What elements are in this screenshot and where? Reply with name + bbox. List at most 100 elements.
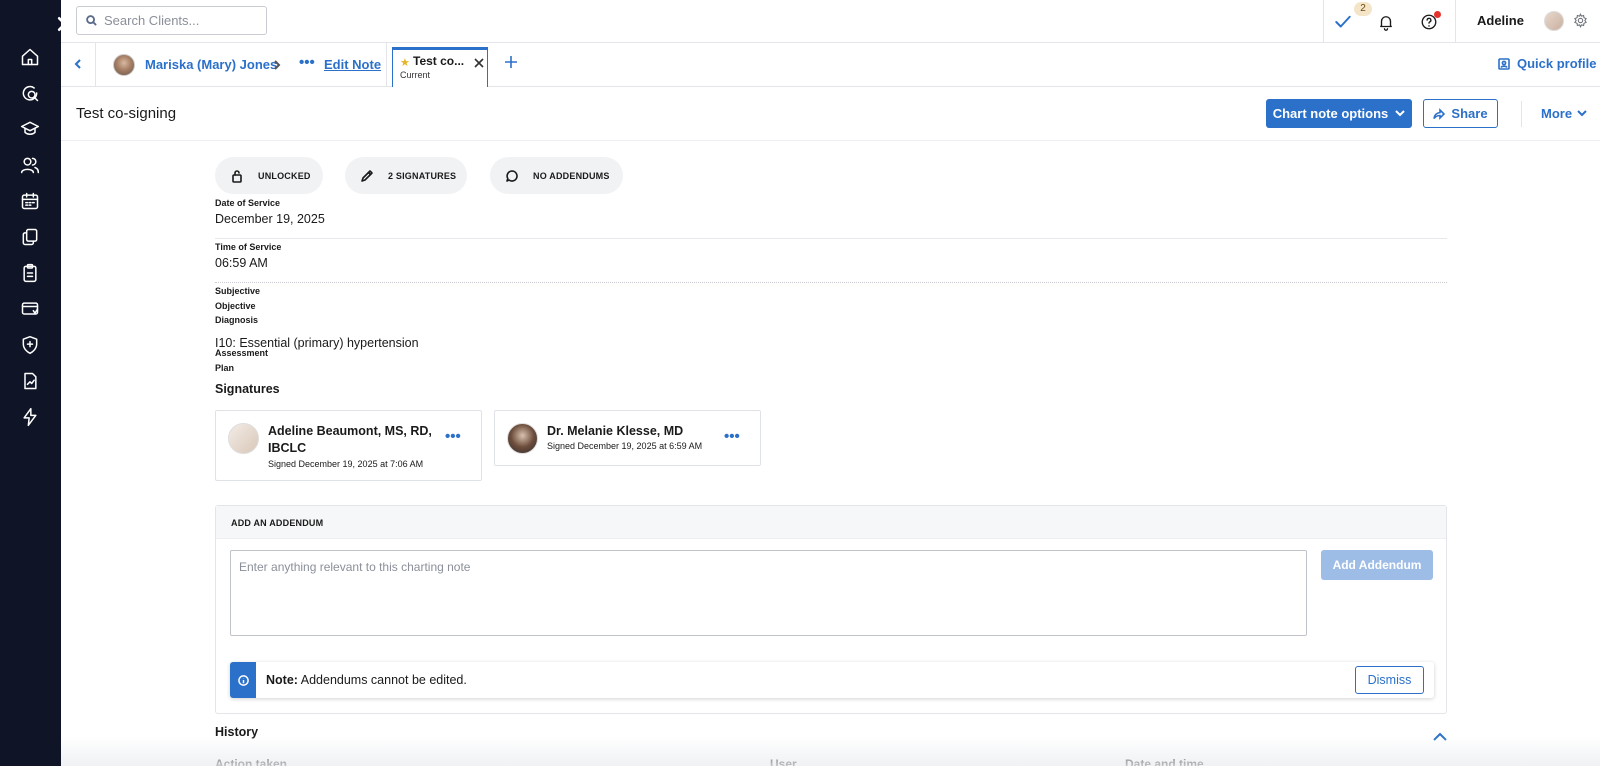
tab-separator	[95, 43, 96, 87]
add-addendum-panel: ADD AN ADDENDUM Add Addendum Note: Adden…	[215, 505, 1447, 714]
tabs-row: Mariska (Mary) Jones ••• Edit Note ★ Tes…	[61, 43, 1600, 87]
history-column-header: Action taken	[215, 757, 288, 766]
status-pill-label: 2 SIGNATURES	[388, 170, 457, 181]
breadcrumb-more-button[interactable]: •••	[299, 54, 315, 71]
page-title: Test co-signing	[76, 105, 177, 122]
signature-card: Dr. Melanie Klesse, MD Signed December 1…	[494, 410, 761, 466]
page-header: Test co-signing Chart note options Share…	[61, 87, 1600, 141]
diagnosis-label: Diagnosis	[215, 315, 259, 325]
plan-label: Plan	[215, 363, 235, 373]
calendar-icon[interactable]	[19, 190, 41, 212]
bell-icon[interactable]	[1374, 10, 1398, 34]
quick-profile-link[interactable]: Quick profile	[1498, 56, 1596, 71]
help-notification-dot	[1434, 11, 1441, 18]
history-title: History	[215, 725, 259, 739]
pencil-icon	[361, 169, 373, 182]
signature-menu-button[interactable]: •••	[445, 428, 461, 445]
tasks-check-icon[interactable]	[1331, 10, 1355, 34]
addendum-heading: ADD AN ADDENDUM	[216, 506, 1446, 539]
chart-note-options-button[interactable]: Chart note options	[1266, 99, 1412, 128]
tab-title: Test co...	[413, 54, 465, 68]
signed-date: Signed December 19, 2025 at 7:06 AM	[268, 459, 424, 469]
more-label: More	[1541, 106, 1573, 121]
client-avatar	[113, 54, 135, 76]
signer-avatar	[228, 423, 259, 454]
top-divider	[1323, 0, 1324, 43]
profile-card-icon	[1498, 57, 1510, 70]
status-pill-unlocked: UNLOCKED	[215, 157, 323, 194]
tab-test-co-signing[interactable]: ★ Test co... Current	[392, 47, 488, 87]
chevron-down-icon	[1577, 110, 1587, 117]
history-column-header: User	[770, 757, 797, 766]
documents-icon[interactable]	[19, 226, 41, 248]
top-divider	[1455, 0, 1456, 43]
quick-profile-label: Quick profile	[1517, 56, 1597, 71]
objective-label: Objective	[215, 301, 256, 311]
billing-icon[interactable]	[19, 298, 41, 320]
status-pill-label: UNLOCKED	[258, 170, 311, 181]
dismiss-button[interactable]: Dismiss	[1355, 666, 1424, 694]
share-icon	[1433, 107, 1446, 120]
add-tab-icon[interactable]	[504, 55, 518, 69]
more-menu-button[interactable]: More	[1541, 106, 1587, 121]
signer-avatar	[507, 423, 538, 454]
header-divider	[1521, 101, 1522, 127]
history-column-header: Date and time	[1125, 757, 1204, 766]
signature-menu-button[interactable]: •••	[724, 428, 740, 445]
home-icon[interactable]	[19, 46, 41, 68]
divider	[215, 282, 1447, 283]
user-name[interactable]: Adeline	[1477, 13, 1524, 28]
clipboard-icon[interactable]	[19, 262, 41, 284]
lock-icon	[232, 169, 242, 183]
signer-name: Adeline Beaumont, MS, RD, IBCLC	[268, 424, 432, 455]
breadcrumb-chevron-icon	[271, 58, 281, 72]
add-addendum-button[interactable]: Add Addendum	[1321, 550, 1433, 580]
status-pill-label: NO ADDENDUMS	[533, 170, 610, 181]
signed-date: Signed December 19, 2025 at 6:59 AM	[547, 441, 703, 451]
note-text: Addendums cannot be edited.	[300, 673, 467, 687]
reports-icon[interactable]	[19, 370, 41, 392]
users-icon[interactable]	[19, 154, 41, 176]
date-of-service-label: Date of Service	[215, 198, 281, 208]
client-search[interactable]	[76, 6, 267, 35]
status-pill-addendums: NO ADDENDUMS	[490, 157, 623, 194]
signature-card: Adeline Beaumont, MS, RD, IBCLC Signed D…	[215, 410, 482, 481]
signatures-heading: Signatures	[215, 382, 280, 396]
addendum-textarea[interactable]	[230, 550, 1307, 636]
search-chat-icon[interactable]	[19, 82, 41, 104]
note-message: Note: Addendums cannot be edited.	[266, 673, 467, 687]
note-prefix: Note:	[266, 673, 298, 687]
lightning-icon[interactable]	[19, 406, 41, 428]
assessment-label: Assessment	[215, 348, 269, 358]
sidebar	[0, 0, 67, 766]
tasks-count-badge: 2	[1354, 2, 1372, 16]
edit-note-link[interactable]: Edit Note	[324, 57, 381, 72]
search-input[interactable]	[104, 13, 264, 28]
user-avatar[interactable]	[1544, 11, 1564, 31]
share-label: Share	[1451, 106, 1488, 121]
star-icon: ★	[400, 57, 410, 69]
status-pill-signatures: 2 SIGNATURES	[345, 157, 467, 194]
signer-name: Dr. Melanie Klesse, MD	[547, 424, 684, 438]
gear-icon[interactable]	[1573, 13, 1588, 28]
shield-icon[interactable]	[19, 334, 41, 356]
close-icon[interactable]	[474, 55, 484, 68]
client-name-link[interactable]: Mariska (Mary) Jones	[145, 57, 277, 72]
time-of-service-value: 06:59 AM	[215, 256, 268, 270]
tab-subtitle: Current	[400, 70, 431, 80]
subjective-label: Subjective	[215, 286, 261, 296]
chart-note-options-label: Chart note options	[1272, 106, 1389, 121]
search-icon	[86, 15, 97, 26]
info-icon	[230, 662, 256, 698]
date-of-service-value: December 19, 2025	[215, 212, 325, 226]
tab-separator	[386, 43, 387, 87]
time-of-service-label: Time of Service	[215, 242, 282, 252]
comment-icon	[506, 169, 518, 182]
addendum-note-banner: Note: Addendums cannot be edited. Dismis…	[230, 662, 1434, 698]
chevron-down-icon	[1395, 110, 1405, 117]
graduation-cap-icon[interactable]	[19, 118, 41, 140]
chevron-up-icon[interactable]	[1433, 728, 1447, 741]
share-button[interactable]: Share	[1423, 99, 1498, 128]
history-section-header[interactable]: History	[215, 724, 1447, 744]
back-chevron-icon[interactable]	[72, 57, 84, 71]
